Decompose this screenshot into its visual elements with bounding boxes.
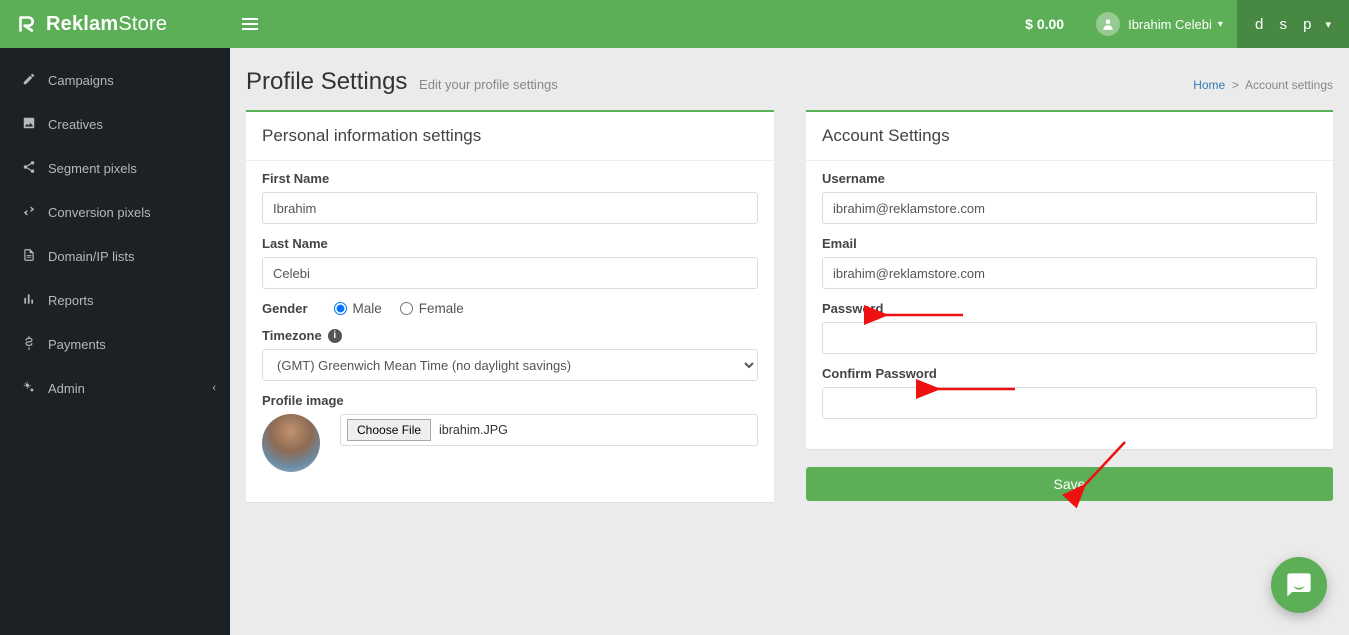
profile-image-label: Profile image bbox=[262, 393, 758, 408]
panel-personal-info: Personal information settings First Name… bbox=[246, 110, 774, 502]
sidebar-item-label: Admin bbox=[48, 381, 85, 396]
chat-icon bbox=[1285, 571, 1313, 599]
gears-icon bbox=[18, 380, 40, 397]
panel-title: Personal information settings bbox=[246, 112, 774, 161]
sidebar: Campaigns Creatives Segment pixels Conve… bbox=[0, 48, 230, 635]
chevron-down-icon: ▾ bbox=[1218, 19, 1223, 30]
sidebar-item-label: Segment pixels bbox=[48, 161, 137, 176]
product-switcher[interactable]: d s p ▾ bbox=[1237, 0, 1349, 48]
sidebar-item-conversion-pixels[interactable]: Conversion pixels bbox=[0, 190, 230, 234]
last-name-input[interactable] bbox=[262, 257, 758, 289]
confirm-password-input[interactable] bbox=[822, 387, 1317, 419]
profile-image-filename: ibrahim.JPG bbox=[439, 423, 508, 437]
sidebar-item-segment-pixels[interactable]: Segment pixels bbox=[0, 146, 230, 190]
profile-image-preview bbox=[262, 414, 320, 472]
first-name-label: First Name bbox=[262, 171, 758, 186]
sidebar-item-domain-ip-lists[interactable]: Domain/IP lists bbox=[0, 234, 230, 278]
password-label: Password bbox=[822, 301, 1317, 316]
breadcrumb: Home > Account settings bbox=[1193, 78, 1333, 92]
breadcrumb-current: Account settings bbox=[1245, 78, 1333, 92]
sidebar-item-creatives[interactable]: Creatives bbox=[0, 102, 230, 146]
save-button[interactable]: Save bbox=[806, 467, 1333, 501]
password-input[interactable] bbox=[822, 322, 1317, 354]
sidebar-item-label: Reports bbox=[48, 293, 94, 308]
brand-name: ReklamStore bbox=[46, 13, 167, 36]
sidebar-item-label: Conversion pixels bbox=[48, 205, 151, 220]
main-content: Profile Settings Edit your profile setti… bbox=[230, 48, 1349, 635]
profile-image-input[interactable]: Choose File ibrahim.JPG bbox=[340, 414, 758, 446]
document-icon bbox=[18, 248, 40, 265]
user-avatar-icon bbox=[1096, 12, 1120, 36]
top-header: ReklamStore $ 0.00 Ibrahim Celebi ▾ d s … bbox=[0, 0, 1349, 48]
gender-option-female[interactable]: Female bbox=[400, 301, 464, 316]
panel-account-settings: Account Settings Username Email Password bbox=[806, 110, 1333, 449]
sidebar-item-label: Payments bbox=[48, 337, 106, 352]
choose-file-button[interactable]: Choose File bbox=[347, 419, 431, 441]
chevron-down-icon: ▾ bbox=[1325, 18, 1331, 31]
email-input[interactable] bbox=[822, 257, 1317, 289]
user-name: Ibrahim Celebi bbox=[1128, 17, 1212, 32]
sidebar-item-label: Creatives bbox=[48, 117, 103, 132]
first-name-input[interactable] bbox=[262, 192, 758, 224]
support-chat-button[interactable] bbox=[1271, 557, 1327, 613]
product-switcher-label: d s p bbox=[1255, 16, 1318, 33]
balance-display: $ 0.00 bbox=[1007, 16, 1082, 32]
info-icon[interactable]: i bbox=[328, 329, 342, 343]
sidebar-item-campaigns[interactable]: Campaigns bbox=[0, 58, 230, 102]
brand-logo[interactable]: ReklamStore bbox=[0, 0, 230, 48]
gender-radio-female[interactable] bbox=[400, 302, 413, 315]
sidebar-item-label: Campaigns bbox=[48, 73, 114, 88]
sidebar-item-reports[interactable]: Reports bbox=[0, 278, 230, 322]
timezone-label: Timezone bbox=[262, 328, 322, 343]
dollar-icon bbox=[18, 336, 40, 353]
panel-title: Account Settings bbox=[806, 112, 1333, 161]
edit-icon bbox=[18, 72, 40, 89]
username-input[interactable] bbox=[822, 192, 1317, 224]
brand-logo-icon bbox=[14, 11, 40, 37]
last-name-label: Last Name bbox=[262, 236, 758, 251]
confirm-password-label: Confirm Password bbox=[822, 366, 1317, 381]
sidebar-item-payments[interactable]: Payments bbox=[0, 322, 230, 366]
timezone-select[interactable]: (GMT) Greenwich Mean Time (no daylight s… bbox=[262, 349, 758, 381]
sidebar-item-admin[interactable]: Admin ‹ bbox=[0, 366, 230, 410]
chevron-left-icon: ‹ bbox=[212, 382, 216, 394]
sidebar-item-label: Domain/IP lists bbox=[48, 249, 134, 264]
email-label: Email bbox=[822, 236, 1317, 251]
sidebar-toggle[interactable] bbox=[230, 0, 270, 48]
page-title: Profile Settings bbox=[246, 68, 407, 95]
page-subtitle: Edit your profile settings bbox=[419, 77, 558, 92]
bar-chart-icon bbox=[18, 292, 40, 309]
username-label: Username bbox=[822, 171, 1317, 186]
gender-radio-male[interactable] bbox=[334, 302, 347, 315]
breadcrumb-home-link[interactable]: Home bbox=[1193, 78, 1225, 92]
user-menu[interactable]: Ibrahim Celebi ▾ bbox=[1082, 12, 1237, 36]
exchange-icon bbox=[18, 204, 40, 221]
share-icon bbox=[18, 160, 40, 177]
image-icon bbox=[18, 116, 40, 133]
page-header: Profile Settings Edit your profile setti… bbox=[246, 68, 1333, 96]
gender-label: Gender bbox=[262, 301, 308, 316]
gender-option-male[interactable]: Male bbox=[334, 301, 382, 316]
hamburger-icon bbox=[242, 18, 258, 30]
